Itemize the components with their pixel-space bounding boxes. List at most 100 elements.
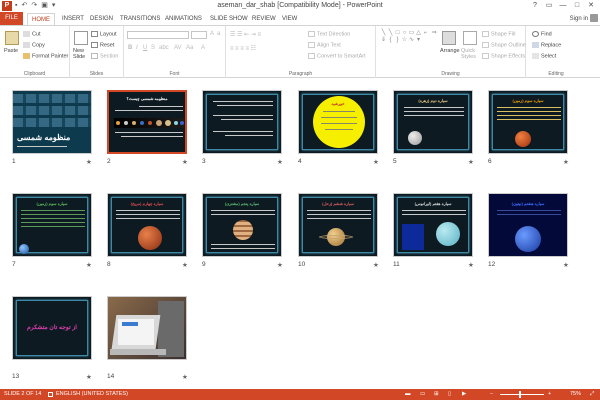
minimize-button[interactable]: — [556, 0, 570, 12]
transition-star-icon[interactable]: ★ [563, 158, 569, 166]
transition-star-icon[interactable]: ★ [86, 261, 92, 269]
shape-outline-button[interactable]: Shape Outline [482, 42, 526, 48]
font-size-select[interactable] [191, 31, 207, 39]
brace2-shape-icon[interactable]: } [394, 37, 401, 44]
text-direction-button[interactable]: Text Direction [308, 31, 350, 37]
cut-button[interactable]: Cut [23, 31, 41, 37]
fit-to-window-icon[interactable]: ⤢ [590, 389, 594, 400]
transition-star-icon[interactable]: ★ [277, 261, 283, 269]
arrow-right-shape-icon[interactable]: ⇒ [431, 30, 438, 37]
quick-styles-icon[interactable] [463, 31, 477, 45]
transition-star-icon[interactable]: ★ [182, 261, 188, 269]
rect2-shape-icon[interactable]: ▭ [408, 30, 415, 37]
transition-star-icon[interactable]: ★ [182, 373, 188, 381]
char-spacing-icon[interactable]: AV [174, 45, 182, 51]
line-shape-icon[interactable]: ╲ [380, 30, 387, 37]
zoom-slider-thumb[interactable] [519, 391, 521, 398]
curve-shape-icon[interactable]: ∿ [408, 37, 415, 44]
new-slide-icon[interactable] [74, 31, 88, 45]
slide-thumbnail-7[interactable]: سیاره سوم (زمین) [12, 193, 92, 257]
zoom-out-icon[interactable]: − [490, 389, 493, 400]
transition-star-icon[interactable]: ★ [182, 158, 188, 166]
notes-icon[interactable]: ▬ [405, 389, 411, 400]
sign-in-link[interactable]: Sign in [570, 13, 588, 25]
transition-star-icon[interactable]: ★ [86, 373, 92, 381]
transition-star-icon[interactable]: ★ [373, 261, 379, 269]
tab-review[interactable]: REVIEW [252, 13, 276, 25]
slide-thumbnail-12[interactable]: سیاره هشتم (نپتون) [488, 193, 568, 257]
shape-fill-button[interactable]: Shape Fill [482, 31, 515, 37]
language-status[interactable]: ENGLISH (UNITED STATES) [56, 389, 128, 400]
close-button[interactable]: ✕ [584, 0, 598, 12]
transition-star-icon[interactable]: ★ [373, 158, 379, 166]
transition-star-icon[interactable]: ★ [563, 261, 569, 269]
layout-button[interactable]: Layout [91, 31, 117, 37]
reading-view-icon[interactable]: ▯ [448, 389, 451, 400]
convert-smartart-button[interactable]: Convert to SmartArt [308, 53, 366, 59]
oval-shape-icon[interactable]: ○ [401, 30, 408, 37]
arrange-icon[interactable] [442, 31, 456, 45]
rect-shape-icon[interactable]: □ [394, 30, 401, 37]
align-icons[interactable]: ≡ ≡ ≡ ≡ ☷ [230, 45, 256, 52]
slide-thumbnail-1[interactable]: منظومه شمسی [12, 90, 92, 154]
slide-thumbnail-4[interactable]: خورشید [298, 90, 378, 154]
tab-view[interactable]: VIEW [282, 13, 297, 25]
zoom-in-icon[interactable]: + [548, 389, 551, 400]
line2-shape-icon[interactable]: ╲ [387, 30, 394, 37]
slide-thumbnail-8[interactable]: سیاره چهارم (مریخ) [107, 193, 187, 257]
slide-thumbnail-10[interactable]: سیاره ششم (زحل) [298, 193, 378, 257]
tab-slide-show[interactable]: SLIDE SHOW [210, 13, 248, 25]
transition-star-icon[interactable]: ★ [277, 158, 283, 166]
tab-design[interactable]: DESIGN [90, 13, 113, 25]
paste-button[interactable]: Paste [4, 48, 18, 54]
font-color-icon[interactable]: A [201, 45, 205, 51]
slide-thumbnail-9[interactable]: سیاره پنجم (مشتری) [202, 193, 282, 257]
ribbon-display-button[interactable]: ▭ [542, 0, 556, 12]
grow-font-icon[interactable]: A [210, 31, 214, 37]
new-slide-button[interactable]: New Slide [73, 48, 89, 60]
find-button[interactable]: Find [532, 31, 552, 37]
normal-view-icon[interactable]: ▭ [420, 389, 425, 400]
tab-file[interactable]: FILE [0, 12, 23, 25]
shadow-icon[interactable]: S [151, 45, 155, 51]
replace-button[interactable]: Replace [532, 42, 561, 48]
slide-thumbnail-14[interactable] [107, 296, 187, 360]
slideshow-view-icon[interactable]: ▶ [462, 389, 466, 400]
arrow-down-shape-icon[interactable]: ⇓ [380, 37, 387, 44]
zoom-level[interactable]: 75% [570, 389, 581, 400]
triangle-shape-icon[interactable]: △ [415, 30, 422, 37]
help-button[interactable]: ? [528, 0, 542, 12]
tab-transitions[interactable]: TRANSITIONS [120, 13, 160, 25]
select-button[interactable]: Select [532, 53, 556, 59]
brace-shape-icon[interactable]: { [387, 37, 394, 44]
maximize-button[interactable]: □ [570, 0, 584, 12]
transition-star-icon[interactable]: ★ [468, 158, 474, 166]
italic-icon[interactable]: I [136, 45, 138, 51]
section-button[interactable]: Section [91, 53, 118, 59]
account-avatar-icon[interactable] [590, 14, 598, 22]
tab-animations[interactable]: ANIMATIONS [165, 13, 202, 25]
more-shapes-icon[interactable]: ▾ [415, 37, 422, 44]
tab-home[interactable]: HOME [27, 13, 55, 25]
quick-styles-button[interactable]: Quick Styles [461, 48, 479, 60]
arrange-button[interactable]: Arrange [440, 48, 460, 54]
slide-thumbnail-13[interactable]: از توجه تان متشکرم [12, 296, 92, 360]
star-shape-icon[interactable]: ☆ [401, 37, 408, 44]
transition-star-icon[interactable]: ★ [468, 261, 474, 269]
slide-thumbnail-6[interactable]: سیاره سوم (زمین) [488, 90, 568, 154]
align-text-button[interactable]: Align Text [308, 42, 341, 48]
slide-thumbnail-3[interactable] [202, 90, 282, 154]
underline-icon[interactable]: U [143, 45, 147, 51]
font-name-select[interactable] [127, 31, 189, 39]
shape-effects-button[interactable]: Shape Effects [482, 53, 525, 59]
copy-button[interactable]: Copy [23, 42, 45, 48]
slide-sorter-view-icon[interactable]: ⊞ [434, 389, 439, 400]
slide-thumbnail-2[interactable]: منظومه شمسی چیست؟ [107, 90, 187, 154]
change-case-icon[interactable]: Aa [186, 45, 193, 51]
tab-insert[interactable]: INSERT [62, 13, 84, 25]
spellcheck-icon[interactable] [48, 392, 53, 397]
slide-thumbnail-11[interactable]: سیاره هفتم (اورانوس) [393, 193, 473, 257]
zoom-slider[interactable] [500, 394, 544, 395]
slide-thumbnail-5[interactable]: سیاره دوم (زهره) [393, 90, 473, 154]
transition-star-icon[interactable]: ★ [86, 158, 92, 166]
